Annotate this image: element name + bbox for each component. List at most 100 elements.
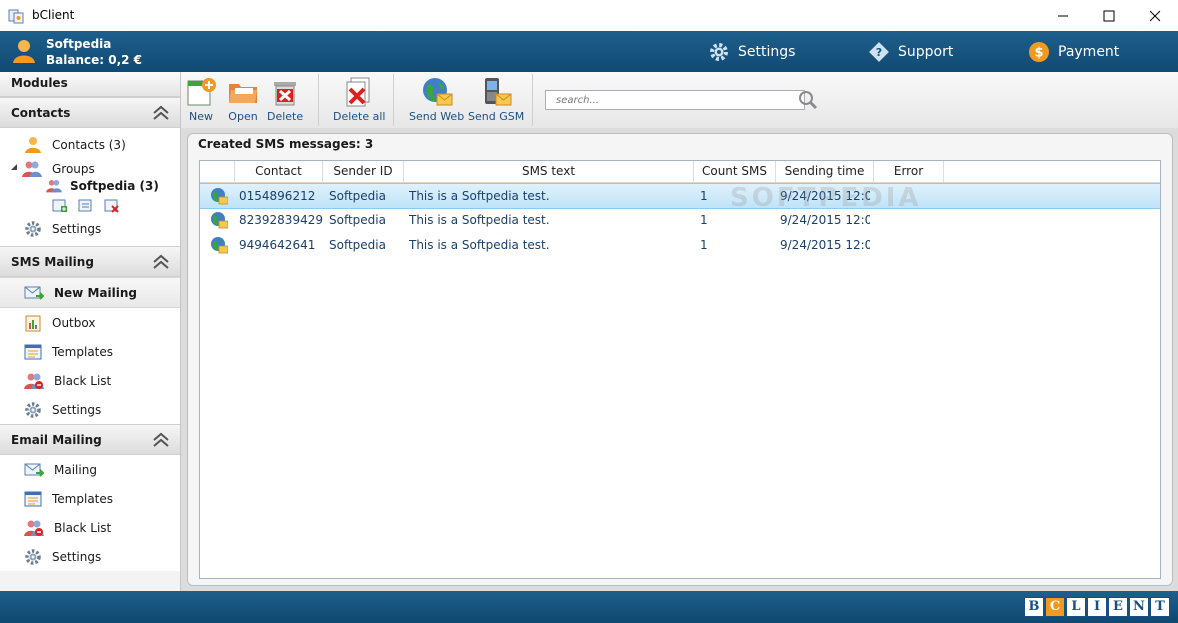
toolbar-separator bbox=[318, 74, 319, 126]
column-header-sending-time[interactable]: Sending time bbox=[776, 161, 874, 182]
cell-sender: Softpedia bbox=[329, 238, 386, 252]
column-header-contact[interactable]: Contact bbox=[235, 161, 323, 182]
cell-contact: 9494642641 bbox=[239, 238, 316, 252]
column-header-error[interactable]: Error bbox=[874, 161, 944, 182]
balance-label: Balance: 0,2 € bbox=[46, 53, 143, 67]
open-button[interactable]: Open bbox=[227, 76, 259, 123]
maximize-button[interactable] bbox=[1086, 0, 1132, 31]
header-payment-button[interactable]: $ Payment bbox=[1028, 40, 1119, 64]
search-icon[interactable] bbox=[798, 90, 818, 110]
cell-sender: Softpedia bbox=[329, 189, 386, 203]
sidebar-item-group-softpedia[interactable]: Softpedia (3) bbox=[0, 175, 180, 197]
collapse-icon[interactable] bbox=[152, 105, 170, 121]
contacts-section-title: Contacts bbox=[11, 106, 71, 120]
table-row[interactable]: 82392839429 Softpedia This is a Softpedi… bbox=[200, 208, 1160, 232]
column-header-sms-text[interactable]: SMS text bbox=[404, 161, 694, 182]
new-button[interactable]: New bbox=[185, 76, 217, 123]
header-support-button[interactable]: ? Support bbox=[868, 40, 953, 64]
collapse-icon[interactable] bbox=[152, 254, 170, 270]
table-row[interactable]: 9494642641 Softpedia This is a Softpedia… bbox=[200, 233, 1160, 257]
cell-time: 9/24/2015 12:00: bbox=[780, 238, 870, 252]
header-settings-button[interactable]: Settings bbox=[708, 40, 795, 64]
new-document-icon bbox=[187, 78, 216, 106]
sidebar-item-email-blacklist[interactable]: Black List bbox=[0, 513, 180, 542]
sidebar-item-email-mailing-label: Mailing bbox=[54, 462, 97, 477]
logo-letter: I bbox=[1087, 597, 1107, 617]
cell-text: This is a Softpedia test. bbox=[409, 213, 550, 227]
sidebar-item-sms-templates[interactable]: Templates bbox=[0, 337, 180, 366]
sidebar-item-contacts-settings[interactable]: Settings bbox=[0, 214, 180, 243]
mailing-icon bbox=[24, 463, 44, 477]
send-gsm-button[interactable]: Send GSM bbox=[468, 76, 524, 123]
delete-group-icon[interactable] bbox=[104, 199, 119, 213]
account-header: Softpedia Balance: 0,2 € Settings ? Supp… bbox=[0, 31, 1178, 72]
send-web-button[interactable]: Send Web bbox=[409, 76, 464, 123]
sidebar-item-email-settings-label: Settings bbox=[52, 549, 102, 564]
logo-letter: L bbox=[1066, 597, 1086, 617]
delete-all-button-label: Delete all bbox=[333, 110, 386, 123]
header-settings-label: Settings bbox=[738, 44, 796, 60]
collapse-icon[interactable] bbox=[152, 432, 170, 448]
edit-group-icon[interactable] bbox=[78, 199, 93, 213]
close-icon bbox=[1149, 10, 1161, 21]
email-section-header[interactable]: Email Mailing bbox=[0, 424, 180, 455]
messages-grid[interactable]: Contact Sender ID SMS text Count SMS Sen… bbox=[199, 160, 1161, 579]
cell-count: 1 bbox=[700, 189, 708, 203]
sidebar-item-sms-blacklist[interactable]: Black List bbox=[0, 366, 180, 395]
sidebar-item-sms-settings[interactable]: Settings bbox=[0, 395, 180, 424]
logo-letter: T bbox=[1150, 597, 1170, 617]
sidebar-item-outbox-label: Outbox bbox=[52, 315, 96, 330]
sidebar-item-groups-label: Groups bbox=[52, 161, 95, 176]
sidebar-item-new-mailing-label: New Mailing bbox=[54, 285, 137, 300]
close-button[interactable] bbox=[1132, 0, 1178, 31]
grid-header: Contact Sender ID SMS text Count SMS Sen… bbox=[200, 161, 1160, 183]
sms-section-header[interactable]: SMS Mailing bbox=[0, 246, 180, 277]
toolbar: New Open Delete Delete all Send Web Send… bbox=[181, 72, 1178, 129]
logo-letter: N bbox=[1129, 597, 1149, 617]
sms-section-title: SMS Mailing bbox=[11, 255, 94, 269]
delete-all-icon bbox=[346, 77, 370, 107]
logo-letter: B bbox=[1024, 597, 1044, 617]
cell-text: This is a Softpedia test. bbox=[409, 189, 550, 203]
contacts-section-header[interactable]: Contacts bbox=[0, 97, 180, 128]
cell-sender: Softpedia bbox=[329, 213, 386, 227]
sidebar-item-email-templates[interactable]: Templates bbox=[0, 484, 180, 513]
globe-mail-icon bbox=[211, 188, 228, 205]
sidebar-item-email-mailing[interactable]: Mailing bbox=[0, 455, 180, 484]
search-input[interactable] bbox=[545, 90, 805, 110]
messages-caption: Created SMS messages: 3 bbox=[198, 137, 374, 151]
column-header-sender-id[interactable]: Sender ID bbox=[323, 161, 404, 182]
sidebar-item-sms-templates-label: Templates bbox=[52, 344, 114, 359]
sidebar-item-outbox[interactable]: Outbox bbox=[0, 308, 180, 337]
cell-text: This is a Softpedia test. bbox=[409, 238, 550, 252]
window-title: bClient bbox=[32, 8, 75, 22]
table-row[interactable]: 0154896212 Softpedia This is a Softpedia… bbox=[200, 183, 1160, 209]
column-header-count-sms[interactable]: Count SMS bbox=[694, 161, 776, 182]
contacts-section-body: Contacts (3) Groups Softpedia (3) Settin… bbox=[0, 128, 180, 246]
minimize-button[interactable] bbox=[1040, 0, 1086, 31]
messages-panel: Created SMS messages: 3 Contact Sender I… bbox=[187, 133, 1173, 586]
globe-mail-icon bbox=[422, 78, 453, 106]
gear-icon bbox=[25, 220, 41, 237]
open-button-label: Open bbox=[228, 110, 258, 123]
delete-button-label: Delete bbox=[267, 110, 304, 123]
delete-icon bbox=[274, 82, 297, 106]
blacklist-icon bbox=[24, 373, 44, 389]
column-header-icon[interactable] bbox=[200, 161, 235, 182]
delete-all-button[interactable]: Delete all bbox=[333, 76, 386, 123]
user-avatar-icon bbox=[13, 40, 35, 63]
watermark: SOFTPEDIA bbox=[730, 183, 922, 213]
contact-icon bbox=[25, 136, 41, 153]
sidebar-item-email-templates-label: Templates bbox=[52, 491, 114, 506]
bclient-logo: B C L I E N T bbox=[1023, 597, 1170, 617]
sidebar-item-new-mailing[interactable]: New Mailing bbox=[0, 277, 180, 308]
sidebar-item-email-settings[interactable]: Settings bbox=[0, 542, 180, 571]
toolbar-separator bbox=[393, 74, 394, 126]
sidebar-item-contacts-settings-label: Settings bbox=[52, 221, 102, 236]
delete-button[interactable]: Delete bbox=[267, 76, 303, 123]
send-gsm-button-label: Send GSM bbox=[468, 110, 525, 123]
sidebar-item-sms-blacklist-label: Black List bbox=[54, 373, 112, 388]
svg-text:?: ? bbox=[876, 46, 882, 59]
content-area: Created SMS messages: 3 Contact Sender I… bbox=[181, 128, 1178, 591]
add-group-icon[interactable] bbox=[52, 199, 67, 213]
